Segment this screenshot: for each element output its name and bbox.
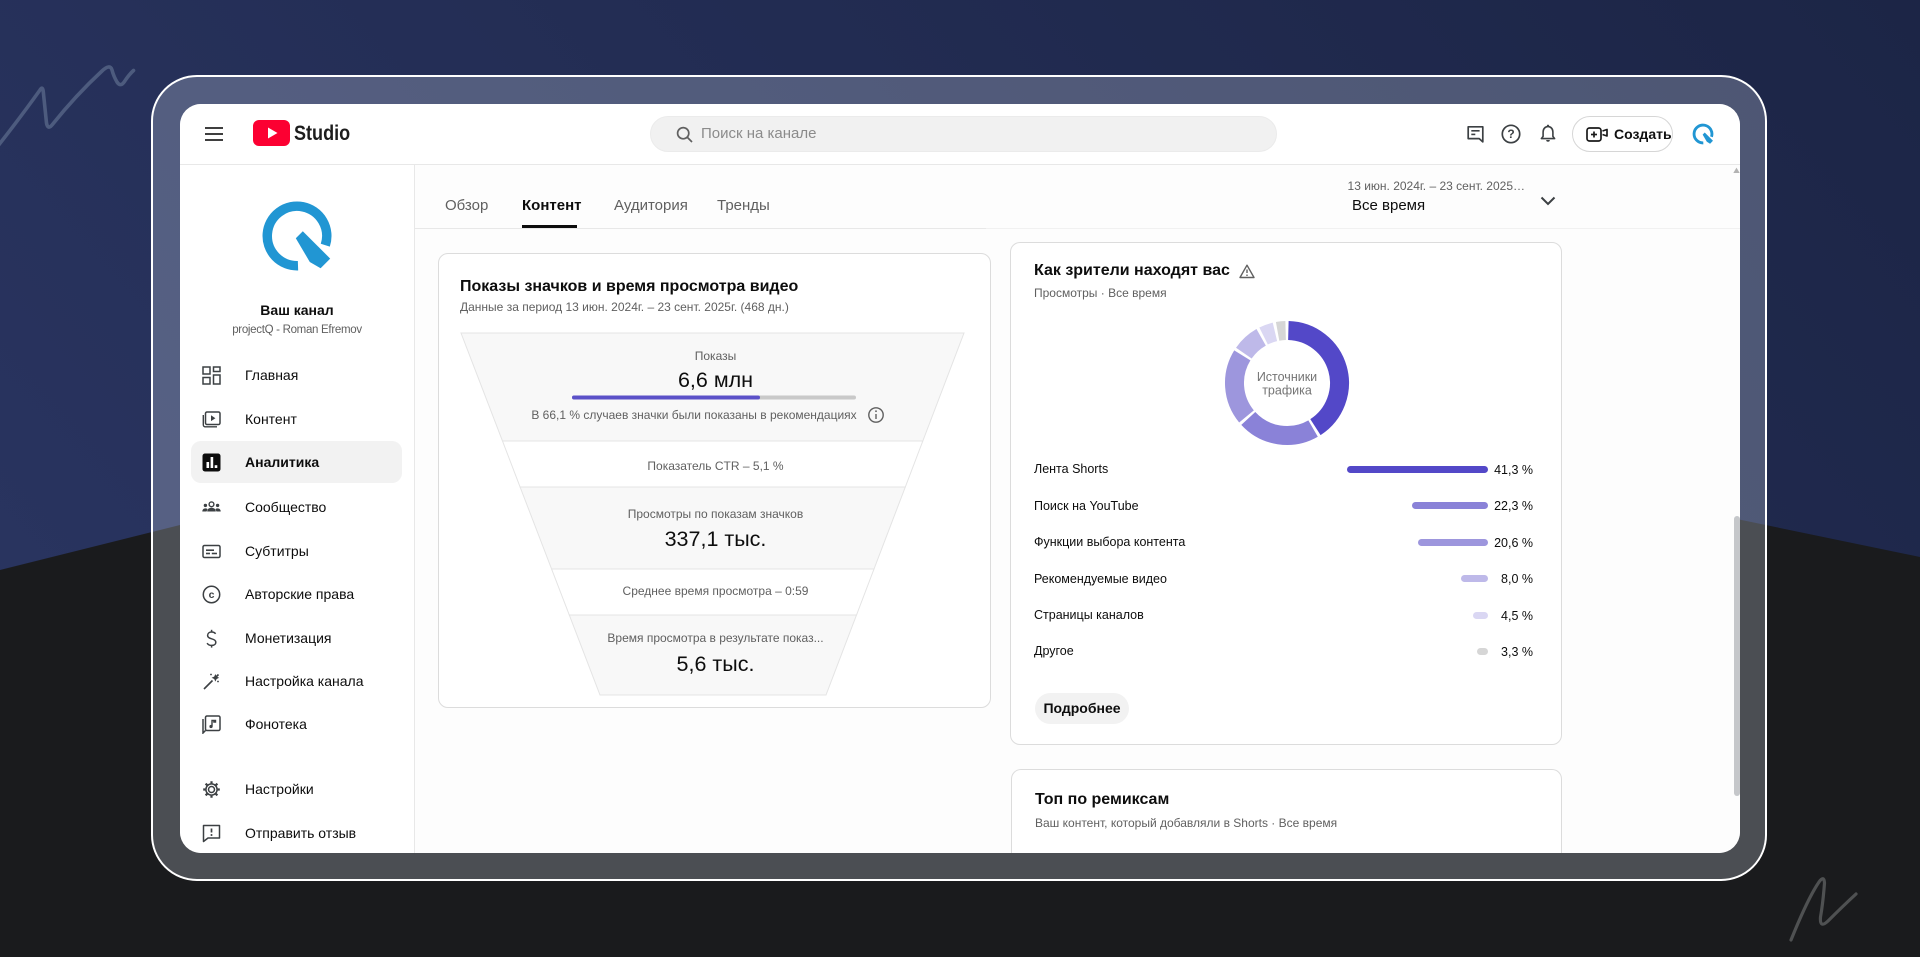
svg-text:Источники: Источники	[1257, 370, 1317, 384]
svg-text:трафика: трафика	[1262, 384, 1312, 398]
svg-text:?: ?	[1507, 127, 1514, 141]
svg-text:c: c	[209, 589, 215, 601]
